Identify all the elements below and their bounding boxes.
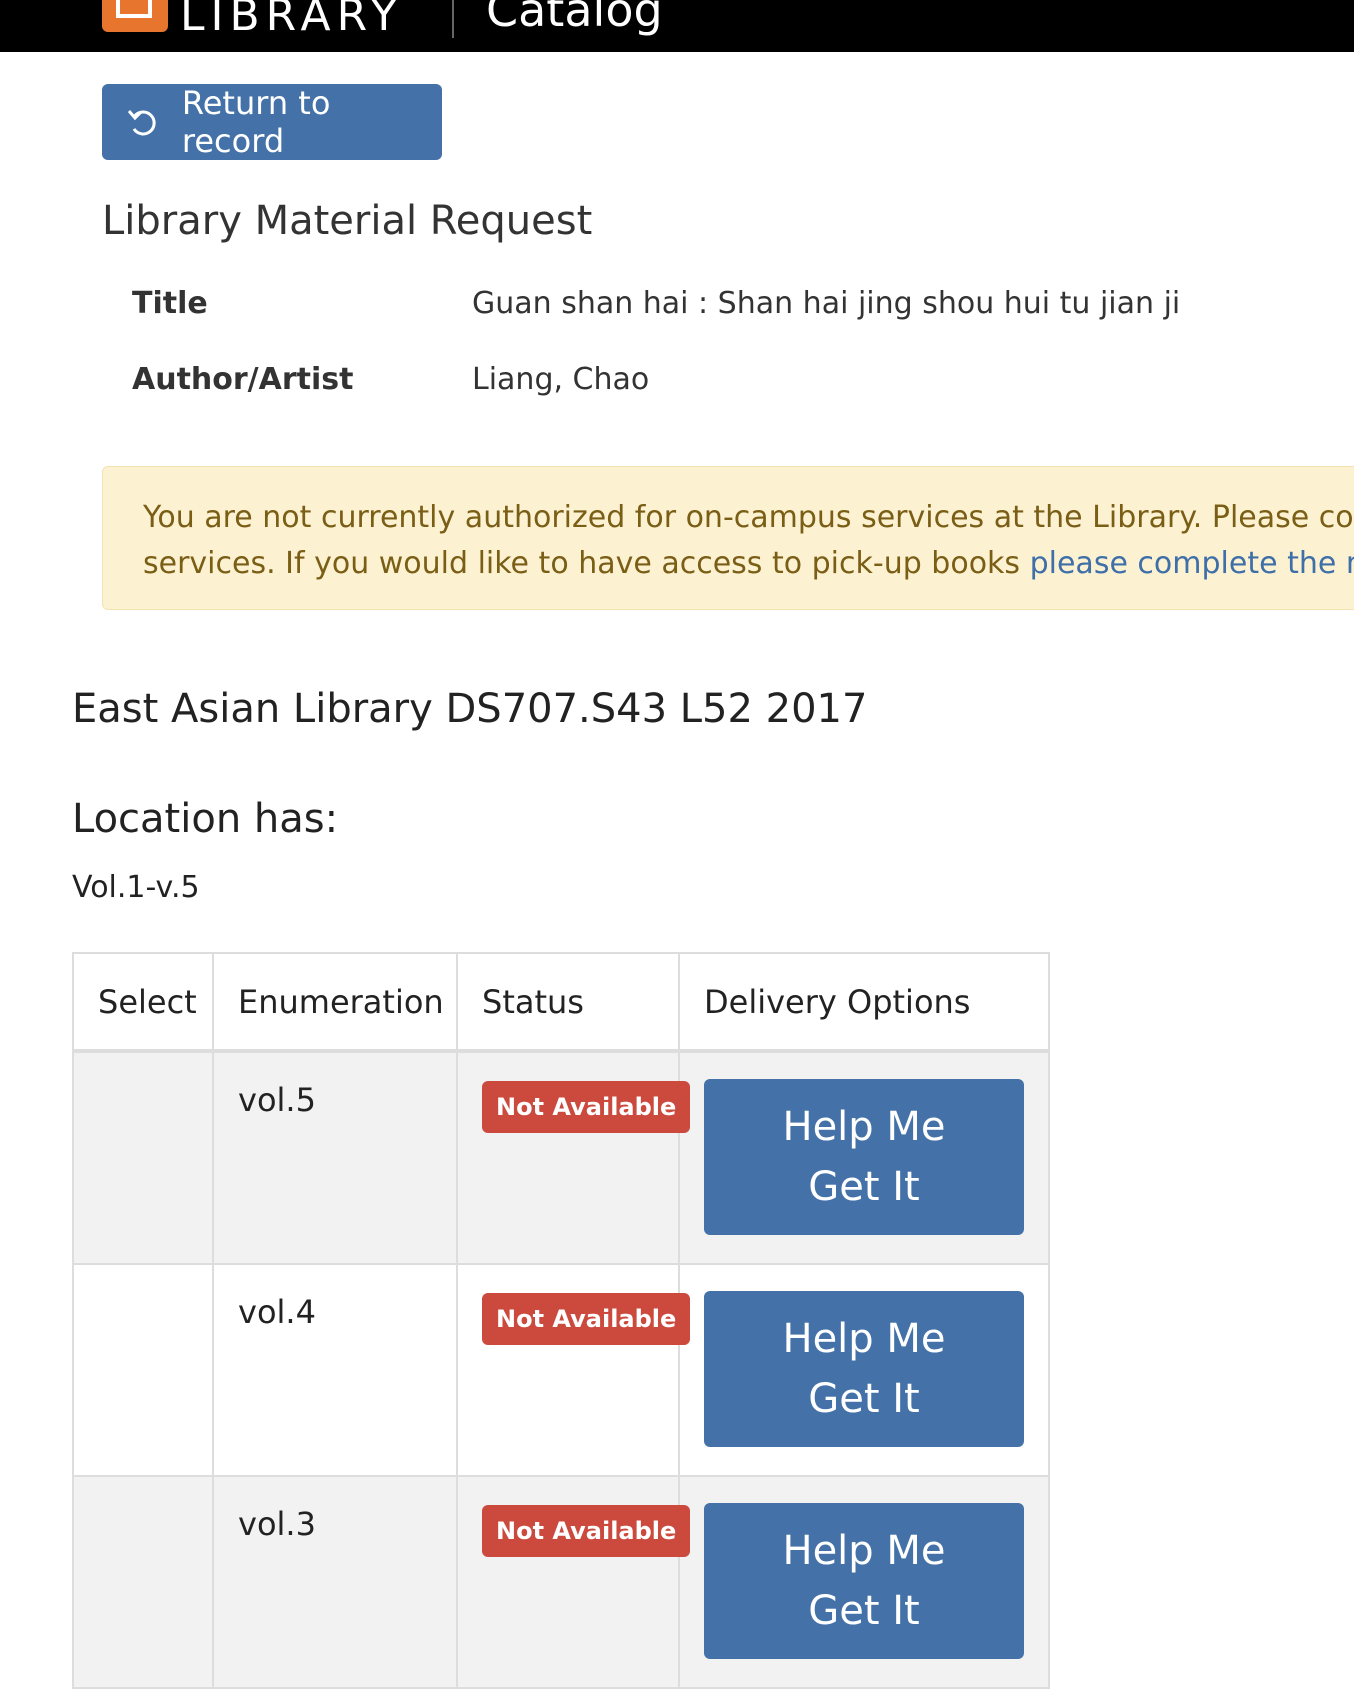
column-header-delivery-options: Delivery Options <box>678 952 1050 1053</box>
table-row: vol.5 Not Available Help Me Get It <box>72 1050 1050 1265</box>
table-header-row: Select Enumeration Status Delivery Optio… <box>72 952 1050 1053</box>
alert-line-2: services. If you would like to have acce… <box>143 541 1354 587</box>
authorization-alert: You are not currently authorized for on-… <box>102 466 1354 610</box>
column-header-enumeration: Enumeration <box>212 952 458 1053</box>
help-me-get-it-button[interactable]: Help Me Get It <box>704 1079 1024 1235</box>
status-cell: Not Available <box>456 1263 691 1477</box>
title-value: Guan shan hai : Shan hai jing shou hui t… <box>472 286 1181 321</box>
status-cell: Not Available <box>456 1475 691 1689</box>
status-badge: Not Available <box>482 1081 691 1133</box>
delivery-cell: Help Me Get It <box>678 1475 1050 1689</box>
select-cell[interactable] <box>72 1050 214 1265</box>
holdings-table: Select Enumeration Status Delivery Optio… <box>72 952 1050 1689</box>
title-label: Title <box>132 286 208 321</box>
select-cell[interactable] <box>72 1475 214 1689</box>
top-navbar: LIBRARY Catalog <box>0 0 1354 52</box>
catalog-title[interactable]: Catalog <box>486 0 663 40</box>
undo-icon <box>127 110 156 136</box>
enumeration-cell: vol.4 <box>212 1263 458 1477</box>
author-value: Liang, Chao <box>472 362 650 397</box>
location-has-value: Vol.1-v.5 <box>72 870 200 905</box>
author-label: Author/Artist <box>132 362 354 397</box>
page-title: Library Material Request <box>102 198 593 244</box>
select-cell[interactable] <box>72 1263 214 1477</box>
alert-line-2-text: services. If you would like to have acce… <box>143 546 1030 581</box>
help-me-get-it-button[interactable]: Help Me Get It <box>704 1291 1024 1447</box>
table-row: vol.3 Not Available Help Me Get It <box>72 1475 1050 1689</box>
return-to-record-button[interactable]: Return to record <box>102 84 442 160</box>
library-logo-text[interactable]: LIBRARY <box>180 0 403 46</box>
location-has-heading: Location has: <box>72 796 339 842</box>
delivery-cell: Help Me Get It <box>678 1263 1050 1477</box>
status-badge: Not Available <box>482 1505 691 1557</box>
column-header-select: Select <box>72 952 214 1053</box>
table-row: vol.4 Not Available Help Me Get It <box>72 1263 1050 1477</box>
return-to-record-label: Return to record <box>181 84 331 160</box>
enumeration-cell: vol.5 <box>212 1050 458 1265</box>
status-badge: Not Available <box>482 1293 691 1345</box>
alert-form-link[interactable]: please complete the mar <box>1030 546 1354 581</box>
delivery-cell: Help Me Get It <box>678 1050 1050 1265</box>
column-header-status: Status <box>456 952 680 1053</box>
status-cell: Not Available <box>456 1050 691 1265</box>
navbar-divider <box>452 0 454 38</box>
enumeration-cell: vol.3 <box>212 1475 458 1689</box>
alert-line-1: You are not currently authorized for on-… <box>143 500 1354 535</box>
location-call-number: East Asian Library DS707.S43 L52 2017 <box>72 686 868 732</box>
help-me-get-it-button[interactable]: Help Me Get It <box>704 1503 1024 1659</box>
library-logo-icon[interactable] <box>102 0 168 32</box>
